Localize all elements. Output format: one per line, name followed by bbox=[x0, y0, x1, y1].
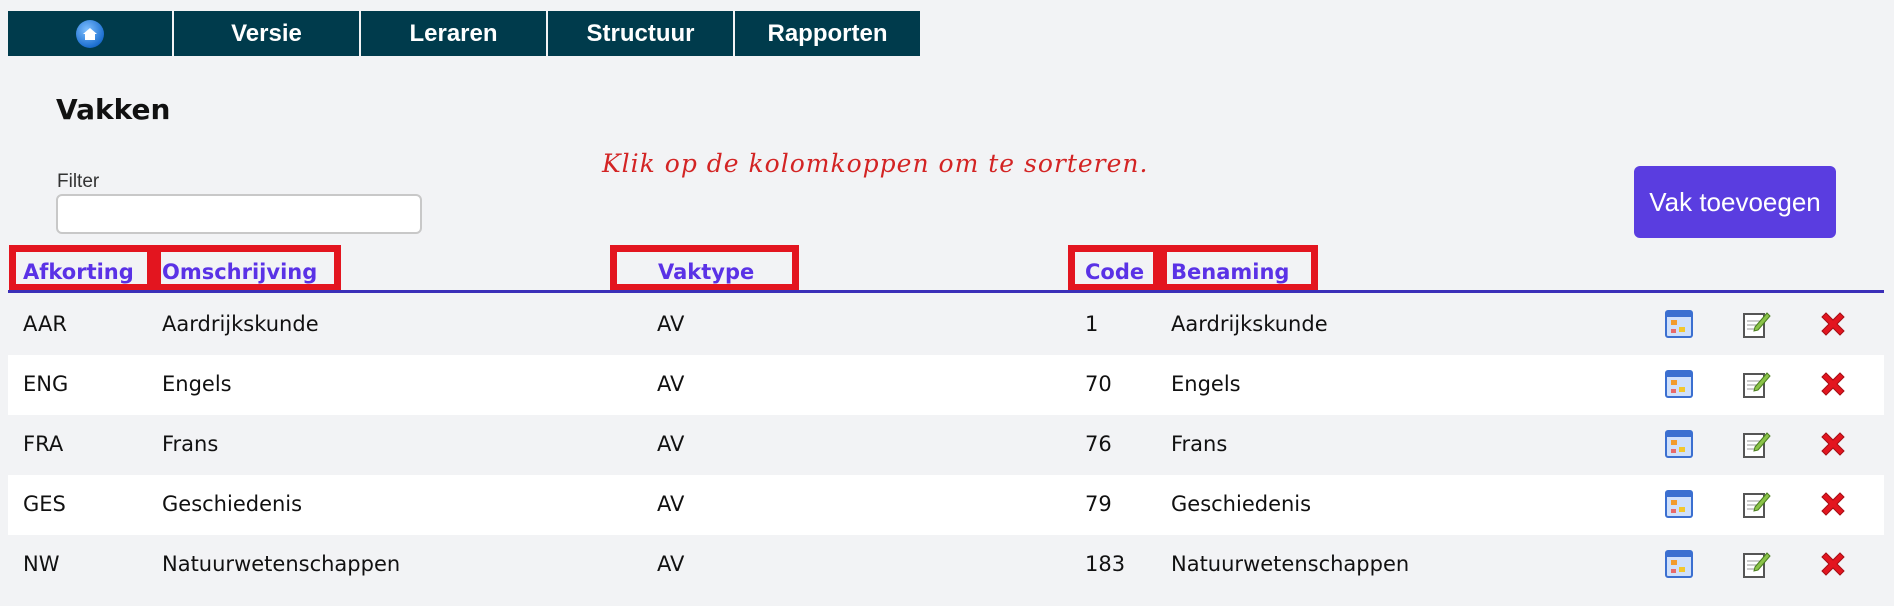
nav-leraren[interactable]: Leraren bbox=[361, 11, 548, 56]
top-navigation: Versie Leraren Structuur Rapporten bbox=[8, 11, 920, 56]
cell-omschrijving: Aardrijkskunde bbox=[162, 312, 319, 336]
header-divider bbox=[8, 290, 1884, 293]
nav-home[interactable] bbox=[8, 11, 174, 56]
cell-code: 183 bbox=[1085, 552, 1126, 576]
nav-rapporten[interactable]: Rapporten bbox=[735, 11, 920, 56]
structure-icon[interactable] bbox=[1664, 549, 1694, 579]
cell-benaming: Aardrijkskunde bbox=[1171, 312, 1328, 336]
cell-code: 76 bbox=[1085, 432, 1112, 456]
delete-icon[interactable] bbox=[1818, 429, 1848, 459]
cell-afkorting: GES bbox=[23, 492, 66, 516]
cell-vaktype: AV bbox=[657, 312, 685, 336]
nav-versie[interactable]: Versie bbox=[174, 11, 361, 56]
add-subject-button[interactable]: Vak toevoegen bbox=[1634, 166, 1836, 238]
structure-icon[interactable] bbox=[1664, 309, 1694, 339]
cell-vaktype: AV bbox=[657, 552, 685, 576]
edit-icon[interactable] bbox=[1741, 309, 1771, 339]
cell-omschrijving: Engels bbox=[162, 372, 232, 396]
page-title: Vakken bbox=[56, 93, 171, 126]
filter-input[interactable] bbox=[56, 194, 422, 234]
structure-icon[interactable] bbox=[1664, 489, 1694, 519]
highlight-omschrijving bbox=[154, 245, 341, 291]
cell-omschrijving: Geschiedenis bbox=[162, 492, 303, 516]
table-row: FRA Frans AV 76 Frans bbox=[8, 415, 1884, 475]
cell-afkorting: NW bbox=[23, 552, 60, 576]
cell-code: 1 bbox=[1085, 312, 1099, 336]
cell-afkorting: AAR bbox=[23, 312, 67, 336]
structure-icon[interactable] bbox=[1664, 369, 1694, 399]
delete-icon[interactable] bbox=[1818, 489, 1848, 519]
edit-icon[interactable] bbox=[1741, 429, 1771, 459]
cell-omschrijving: Frans bbox=[162, 432, 219, 456]
table-row: GES Geschiedenis AV 79 Geschiedenis bbox=[8, 475, 1884, 535]
highlight-afkorting bbox=[9, 245, 154, 291]
cell-code: 70 bbox=[1085, 372, 1112, 396]
edit-icon[interactable] bbox=[1741, 489, 1771, 519]
cell-benaming: Engels bbox=[1171, 372, 1241, 396]
highlight-benaming bbox=[1160, 245, 1318, 291]
cell-benaming: Geschiedenis bbox=[1171, 492, 1312, 516]
edit-icon[interactable] bbox=[1741, 369, 1771, 399]
delete-icon[interactable] bbox=[1818, 309, 1848, 339]
nav-structuur[interactable]: Structuur bbox=[548, 11, 735, 56]
edit-icon[interactable] bbox=[1741, 549, 1771, 579]
cell-benaming: Frans bbox=[1171, 432, 1228, 456]
delete-icon[interactable] bbox=[1818, 549, 1848, 579]
highlight-code bbox=[1068, 245, 1160, 291]
cell-afkorting: FRA bbox=[23, 432, 64, 456]
cell-code: 79 bbox=[1085, 492, 1112, 516]
home-icon bbox=[76, 19, 104, 48]
cell-afkorting: ENG bbox=[23, 372, 69, 396]
filter-label: Filter bbox=[57, 171, 100, 192]
cell-vaktype: AV bbox=[657, 372, 685, 396]
highlight-vaktype bbox=[610, 245, 799, 291]
cell-vaktype: AV bbox=[657, 492, 685, 516]
structure-icon[interactable] bbox=[1664, 429, 1694, 459]
delete-icon[interactable] bbox=[1818, 369, 1848, 399]
cell-vaktype: AV bbox=[657, 432, 685, 456]
cell-omschrijving: Natuurwetenschappen bbox=[162, 552, 401, 576]
table-row: AAR Aardrijkskunde AV 1 Aardrijkskunde bbox=[8, 295, 1884, 355]
sort-hint-annotation: Klik op de kolomkoppen om te sorteren. bbox=[602, 149, 1149, 178]
table-row: ENG Engels AV 70 Engels bbox=[8, 355, 1884, 415]
table-row: NW Natuurwetenschappen AV 183 Natuurwete… bbox=[8, 535, 1884, 595]
cell-benaming: Natuurwetenschappen bbox=[1171, 552, 1410, 576]
